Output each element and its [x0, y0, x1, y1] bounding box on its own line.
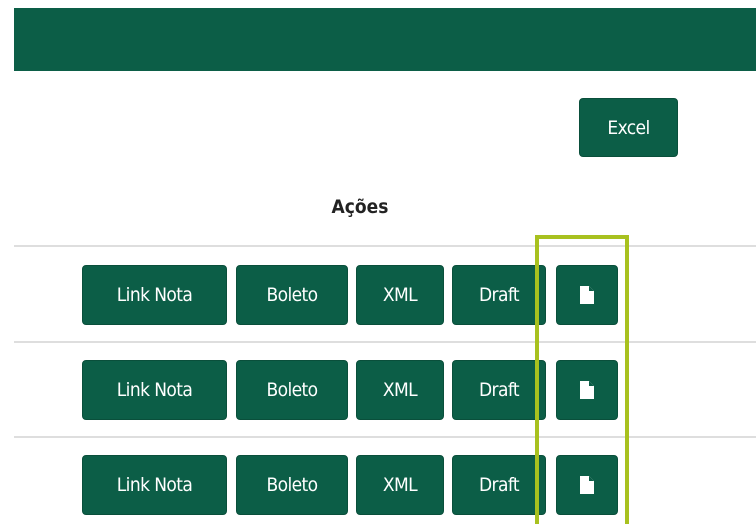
actions-column-header: Ações [331, 196, 389, 218]
file-icon [580, 381, 594, 399]
boleto-button[interactable]: Boleto [236, 360, 348, 420]
table-row: Link Nota Boleto XML Draft [0, 455, 756, 515]
draft-button[interactable]: Draft [452, 360, 546, 420]
boleto-button[interactable]: Boleto [236, 265, 348, 325]
header-bar [14, 8, 756, 71]
document-button[interactable] [556, 455, 618, 515]
xml-button[interactable]: XML [356, 360, 444, 420]
page: Excel Ações Link Nota Boleto XML Draft L… [0, 0, 756, 524]
boleto-button[interactable]: Boleto [236, 455, 348, 515]
xml-button[interactable]: XML [356, 265, 444, 325]
draft-button[interactable]: Draft [452, 455, 546, 515]
table-row: Link Nota Boleto XML Draft [0, 360, 756, 420]
document-button[interactable] [556, 265, 618, 325]
table-divider [14, 436, 756, 438]
table-row: Link Nota Boleto XML Draft [0, 265, 756, 325]
table-divider [14, 341, 756, 343]
excel-export-button[interactable]: Excel [579, 98, 678, 157]
link-nota-button[interactable]: Link Nota [82, 360, 227, 420]
link-nota-button[interactable]: Link Nota [82, 455, 227, 515]
xml-button[interactable]: XML [356, 455, 444, 515]
draft-button[interactable]: Draft [452, 265, 546, 325]
document-button[interactable] [556, 360, 618, 420]
file-icon [580, 286, 594, 304]
link-nota-button[interactable]: Link Nota [82, 265, 227, 325]
file-icon [580, 476, 594, 494]
table-divider [14, 245, 756, 247]
